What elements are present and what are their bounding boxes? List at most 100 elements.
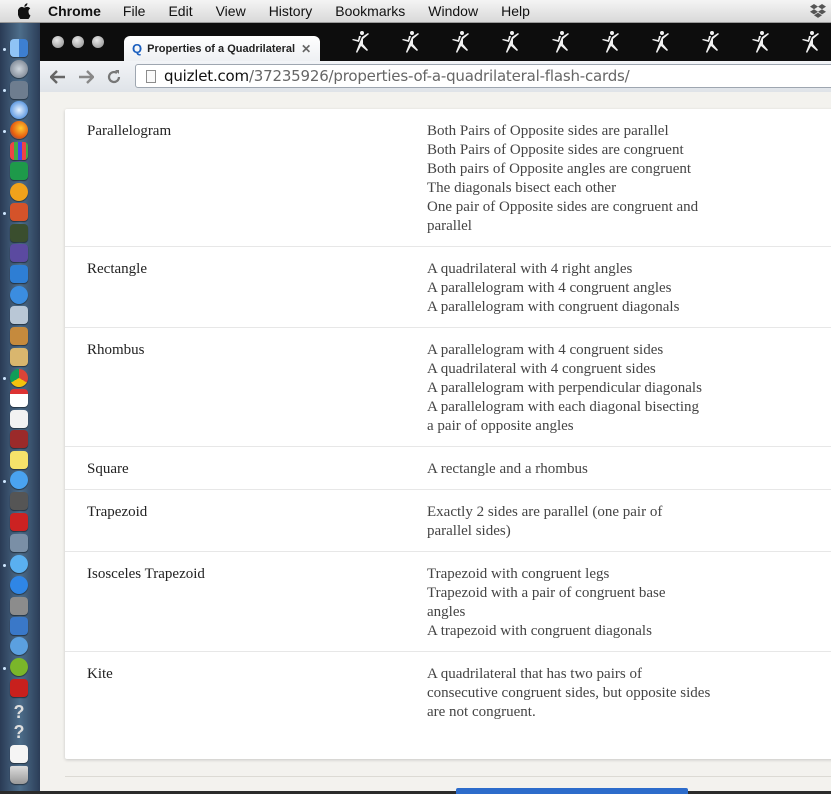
jumpman-icon — [552, 31, 569, 53]
term-word: Rhombus — [87, 342, 145, 358]
jumpman-icon — [752, 31, 769, 53]
definition-line: parallel — [427, 218, 472, 234]
menu-window[interactable]: Window — [428, 3, 478, 19]
tab-strip: Q Properties of a Quadrilateral ✕ — [40, 23, 831, 61]
term-row[interactable]: Square A rectangle and a rhombus — [65, 447, 831, 490]
jumpman-icon — [502, 31, 519, 53]
sync-app-icon[interactable] — [10, 617, 28, 635]
term-definition: Both Pairs of Opposite sides are paralle… — [427, 122, 742, 236]
jumpman-icon — [652, 31, 669, 53]
help-icon[interactable]: ? — [10, 703, 28, 721]
browser-toolbar: quizlet.com/37235926/properties-of-a-qua… — [40, 61, 831, 93]
definition-line: The diagonals bisect each other — [427, 180, 617, 196]
url-text[interactable]: quizlet.com/37235926/properties-of-a-qua… — [164, 67, 630, 85]
calendar-icon[interactable] — [10, 389, 28, 407]
dock: ? ? — [0, 23, 41, 791]
guitar-icon[interactable] — [10, 327, 28, 345]
term-word: Square — [87, 461, 129, 477]
trash-icon[interactable] — [10, 766, 28, 784]
browser-app-icon[interactable] — [10, 637, 28, 655]
iphoto-icon[interactable] — [10, 534, 28, 552]
stickies-icon[interactable] — [10, 451, 28, 469]
term-row[interactable]: Rectangle A quadrilateral with 4 right an… — [65, 247, 831, 328]
app-store-icon[interactable] — [10, 576, 28, 594]
menu-bookmarks[interactable]: Bookmarks — [335, 3, 405, 19]
address-bar[interactable]: quizlet.com/37235926/properties-of-a-qua… — [135, 64, 831, 88]
excel-icon[interactable] — [10, 162, 28, 180]
definition-line: A quadrilateral with 4 congruent sides — [427, 361, 656, 377]
star-app-icon[interactable] — [10, 224, 28, 242]
help-icon-2[interactable]: ? — [10, 723, 28, 741]
textedit-icon[interactable] — [10, 410, 28, 428]
definition-line: Exactly 2 sides are parallel (one pair o… — [427, 504, 663, 520]
app-store-scanner-icon[interactable] — [10, 81, 28, 99]
launchpad-icon[interactable] — [10, 60, 28, 78]
adobe-reader-icon[interactable] — [10, 679, 28, 697]
outlook-icon[interactable] — [10, 183, 28, 201]
reload-button[interactable] — [104, 67, 124, 87]
term-row[interactable]: Isosceles Trapezoid Trapezoid with congru… — [65, 552, 831, 652]
safari-icon[interactable] — [10, 101, 28, 119]
grid-app-icon[interactable] — [10, 142, 28, 160]
term-word: Parallelogram — [87, 123, 172, 139]
reload-icon — [107, 70, 121, 84]
firefox-icon[interactable] — [10, 121, 28, 139]
term-definition: A rectangle and a rhombus — [427, 460, 742, 479]
forward-button[interactable] — [76, 67, 96, 87]
word-icon[interactable] — [10, 265, 28, 283]
definition-line: angles — [427, 604, 466, 620]
back-button[interactable] — [48, 67, 68, 87]
apple-logo-icon[interactable] — [18, 3, 34, 19]
messages-icon[interactable] — [10, 471, 28, 489]
menu-view[interactable]: View — [216, 3, 246, 19]
definition-line: Both Pairs of Opposite sides are paralle… — [427, 123, 669, 139]
menu-help[interactable]: Help — [501, 3, 530, 19]
menu-app-chrome[interactable]: Chrome — [48, 3, 101, 19]
bottom-action-button[interactable] — [456, 788, 688, 794]
definition-line: consecutive congruent sides, but opposit… — [427, 685, 711, 701]
jumpman-icon — [602, 31, 619, 53]
finder-icon[interactable] — [10, 39, 28, 57]
definition-line: A parallelogram with 4 congruent sides — [427, 342, 664, 358]
tab-active[interactable]: Q Properties of a Quadrilateral ✕ — [124, 36, 320, 61]
term-word: Isosceles Trapezoid — [87, 566, 205, 582]
zoom-window-button[interactable] — [92, 36, 104, 48]
definition-line: a pair of opposite angles — [427, 418, 574, 434]
minimize-window-button[interactable] — [72, 36, 84, 48]
term-row[interactable]: Rhombus A parallelogram with 4 congruent … — [65, 328, 831, 447]
menu-edit[interactable]: Edit — [168, 3, 192, 19]
dropbox-icon[interactable] — [809, 2, 827, 20]
term-word: Trapezoid — [87, 504, 148, 520]
preview-icon[interactable] — [10, 306, 28, 324]
term-row[interactable]: Parallelogram Both Pairs of Opposite side… — [65, 109, 831, 247]
term-definition: A quadrilateral that has two pairs of con… — [427, 665, 742, 722]
definition-line: A trapezoid with congruent diagonals — [427, 623, 652, 639]
quizlet-favicon-icon: Q — [132, 41, 143, 56]
facetime-icon[interactable] — [10, 492, 28, 510]
tab-title: Properties of a Quadrilateral — [147, 42, 296, 55]
term-row[interactable]: Kite A quadrilateral that has two pairs o… — [65, 652, 831, 732]
photo-booth-icon[interactable] — [10, 513, 28, 531]
definition-line: A quadrilateral with 4 right angles — [427, 261, 633, 277]
menu-history[interactable]: History — [269, 3, 313, 19]
menu-bar: Chrome File Edit View History Bookmarks … — [0, 0, 831, 23]
definition-line: A parallelogram with 4 congruent angles — [427, 280, 672, 296]
chrome-icon[interactable] — [10, 369, 28, 387]
itunes-icon[interactable] — [10, 555, 28, 573]
spotify-icon[interactable] — [10, 658, 28, 676]
dictionary-icon[interactable] — [10, 430, 28, 448]
close-window-button[interactable] — [52, 36, 64, 48]
notes-app-icon[interactable] — [10, 348, 28, 366]
document-icon[interactable] — [10, 745, 28, 763]
term-definition: Trapezoid with congruent legs Trapezoid w… — [427, 565, 742, 641]
term-row[interactable]: Trapezoid Exactly 2 sides are parallel (o… — [65, 490, 831, 552]
system-preferences-icon[interactable] — [10, 597, 28, 615]
definition-line: A parallelogram with congruent diagonals — [427, 299, 680, 315]
powerpoint-icon[interactable] — [10, 203, 28, 221]
globe-app-icon[interactable] — [10, 286, 28, 304]
pen-app-icon[interactable] — [10, 244, 28, 262]
tab-close-icon[interactable]: ✕ — [301, 42, 311, 56]
theme-jumpman-pattern — [352, 31, 819, 53]
definition-line: Trapezoid with a pair of congruent base — [427, 585, 666, 601]
menu-file[interactable]: File — [123, 3, 146, 19]
